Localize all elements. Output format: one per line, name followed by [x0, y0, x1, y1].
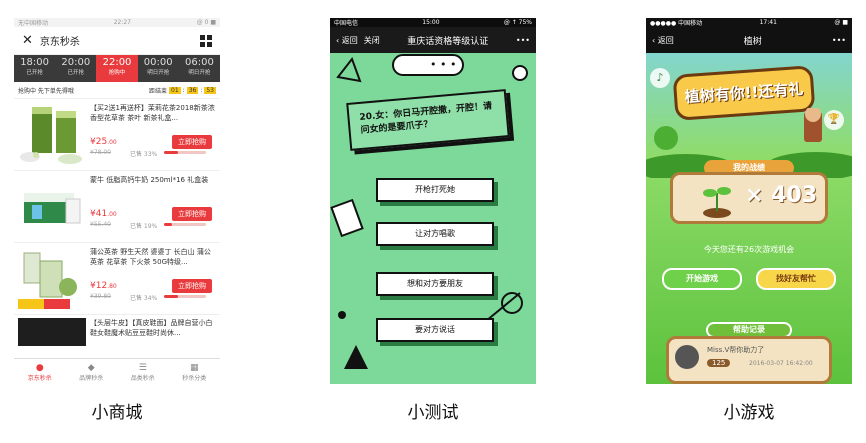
caption-quiz: 小测试	[407, 403, 459, 423]
product-price: ¥41.00	[90, 209, 117, 219]
sold-percent: 已售 19%	[130, 223, 158, 230]
log-time: 2016-03-07 16:42:00	[749, 360, 813, 367]
battery-label: @ 0 ■	[196, 19, 216, 26]
quiz-phone-screenshot: 中国电信 15:00 @ ↑ 75% ‹ 返回 关闭 重庆话资格等级认证 •••…	[330, 18, 536, 384]
tab-category-seckill[interactable]: ☰ 品类秒杀	[117, 359, 169, 384]
more-icon[interactable]: •••	[832, 36, 846, 45]
back-button[interactable]: ‹ 返回	[336, 35, 358, 46]
header-bubble: • • •	[392, 54, 464, 76]
time-slot[interactable]: 20:00 已开抢	[55, 55, 96, 82]
music-icon[interactable]: ♪	[650, 68, 670, 88]
sold-percent: 已售 34%	[130, 295, 158, 302]
status-bar: ●●●●● 中国移动 17:41 @ ■	[646, 18, 852, 27]
sold-progress-bar	[164, 223, 206, 226]
status-bar: 中国电信 15:00 @ ↑ 75%	[330, 18, 536, 27]
back-button[interactable]: ‹ 返回	[652, 35, 674, 46]
tab-jd-seckill[interactable]: ● 京东秒杀	[14, 359, 66, 384]
chances-text: 今天您还有26次游戏机会	[703, 245, 795, 254]
grid-icon: ▦	[189, 362, 199, 373]
answer-option[interactable]: 要对方说话	[376, 318, 494, 342]
buy-now-button[interactable]: 立即抢购	[172, 135, 212, 149]
product-price: ¥25.00	[90, 137, 117, 147]
tag-icon: ◆	[87, 362, 95, 373]
status-time: 22:27	[113, 19, 131, 26]
answer-option[interactable]: 开枪打死她	[376, 178, 494, 202]
product-title: 【头层牛皮】【真皮鞋面】品牌自营小白鞋女鞋魔术贴豆豆鞋时尚休...	[90, 319, 213, 337]
time-slot-bar: 18:00 已开抢 20:00 已开抢 22:00 抢购中 00:00 明日开抢 06:…	[14, 55, 220, 82]
product-image	[18, 103, 86, 167]
log-text: Miss.V帮你助力了	[707, 346, 765, 354]
tab-seckill-categories[interactable]: ▦ 秒杀分类	[169, 359, 221, 384]
product-image	[18, 175, 86, 239]
buy-now-button[interactable]: 立即抢购	[172, 207, 212, 221]
product-title: 【买2送1再送杯】茉莉花茶2018新茶浓香型花草茶 茶叶 新茶礼盒...	[90, 104, 215, 122]
original-price: ¥78.00	[90, 149, 111, 156]
shop-phone-screenshot: 无中国移动 22:27 @ 0 ■ ✕ 京东秒杀 18:00 已开抢 20:00 已…	[14, 18, 220, 384]
buy-now-button[interactable]: 立即抢购	[172, 279, 212, 293]
answer-option[interactable]: 想和对方要朋友	[376, 272, 494, 296]
nav-bar: ‹ 返回 关闭 重庆话资格等级认证 •••	[330, 27, 536, 53]
bottom-tab-bar: ● 京东秒杀 ◆ 品牌秒杀 ☰ 品类秒杀 ▦ 秒杀分类	[14, 358, 220, 384]
nav-bar: ‹ 返回 植树 •••	[646, 27, 852, 53]
time-slot[interactable]: 06:00 明日开抢	[179, 55, 220, 82]
grid-menu-icon[interactable]	[200, 34, 212, 47]
close-button[interactable]: 关闭	[364, 35, 380, 46]
page-title: 京东秒杀	[39, 37, 80, 48]
more-icon[interactable]: •••	[516, 36, 530, 45]
sold-percent: 已售 33%	[130, 151, 158, 158]
carrier-label: 无中国移动	[18, 20, 49, 27]
countdown: 距结束 01: 36: 53	[149, 86, 216, 95]
product-image	[18, 247, 86, 311]
log-amount: 125	[707, 359, 731, 367]
product-image	[18, 318, 86, 346]
page-title: 植树	[743, 36, 762, 47]
score-panel: × 403	[670, 172, 828, 224]
close-icon[interactable]: ✕	[22, 33, 33, 48]
clock-icon: ●	[35, 362, 44, 373]
promo-note: 抢购中 先下单先得哦	[18, 87, 74, 95]
sold-progress-bar	[164, 151, 206, 154]
ask-friends-button[interactable]: 找好友帮忙	[756, 268, 836, 290]
product-item[interactable]: 蒲公英茶 野生天然 婆婆丁 长白山 蒲公英茶 花草茶 下火茶 50G特级... …	[14, 242, 220, 314]
product-item[interactable]: 【买2送1再送杯】茉莉花茶2018新茶浓香型花草茶 茶叶 新茶礼盒... ¥25…	[14, 98, 220, 170]
product-title: 蒲公英茶 野生天然 婆婆丁 长白山 蒲公英茶 花草茶 下火茶 50G特级...	[90, 248, 211, 266]
answer-option[interactable]: 让对方唱歌	[376, 222, 494, 246]
time-slot[interactable]: 18:00 已开抢	[14, 55, 55, 82]
start-game-button[interactable]: 开始游戏	[662, 268, 742, 290]
sapling-icon	[703, 187, 731, 218]
question-text: 20.女：你日马开腔撒，开腔！请问女的是要爪子？	[359, 101, 493, 136]
game-phone-screenshot: ●●●●● 中国移动 17:41 @ ■ ‹ 返回 植树 ••• ♪ 🏆 植树有…	[646, 18, 852, 384]
caption-game: 小游戏	[723, 403, 775, 423]
product-price: ¥12.80	[90, 281, 117, 291]
status-bar: 无中国移动 22:27 @ 0 ■	[14, 18, 220, 27]
product-title: 蒙牛 低脂高钙牛奶 250ml*16 礼盒装	[90, 176, 209, 184]
caption-shop: 小商城	[91, 403, 143, 423]
page-title: 重庆话资格等级认证	[407, 36, 489, 47]
list-icon: ☰	[138, 362, 147, 373]
help-log-panel: Miss.V帮你助力了 125 2016-03-07 16:42:00	[666, 336, 832, 384]
sold-progress-bar	[164, 295, 206, 298]
countdown-bar: 抢购中 先下单先得哦 距结束 01: 36: 53	[14, 82, 220, 98]
product-item[interactable]: 【头层牛皮】【真皮鞋面】品牌自营小白鞋女鞋魔术贴豆豆鞋时尚休...	[14, 314, 220, 348]
tab-brand-seckill[interactable]: ◆ 品牌秒杀	[66, 359, 118, 384]
original-price: ¥55.40	[90, 221, 111, 228]
avatar	[675, 345, 699, 369]
score-value: × 403	[745, 183, 818, 208]
original-price: ¥39.80	[90, 293, 111, 300]
nav-bar: ✕ 京东秒杀	[14, 27, 220, 55]
time-slot[interactable]: 00:00 明日开抢	[138, 55, 179, 82]
product-item[interactable]: 蒙牛 低脂高钙牛奶 250ml*16 礼盒装 ¥41.00 ¥55.40 已售 …	[14, 170, 220, 242]
time-slot-active[interactable]: 22:00 抢购中	[96, 55, 138, 82]
